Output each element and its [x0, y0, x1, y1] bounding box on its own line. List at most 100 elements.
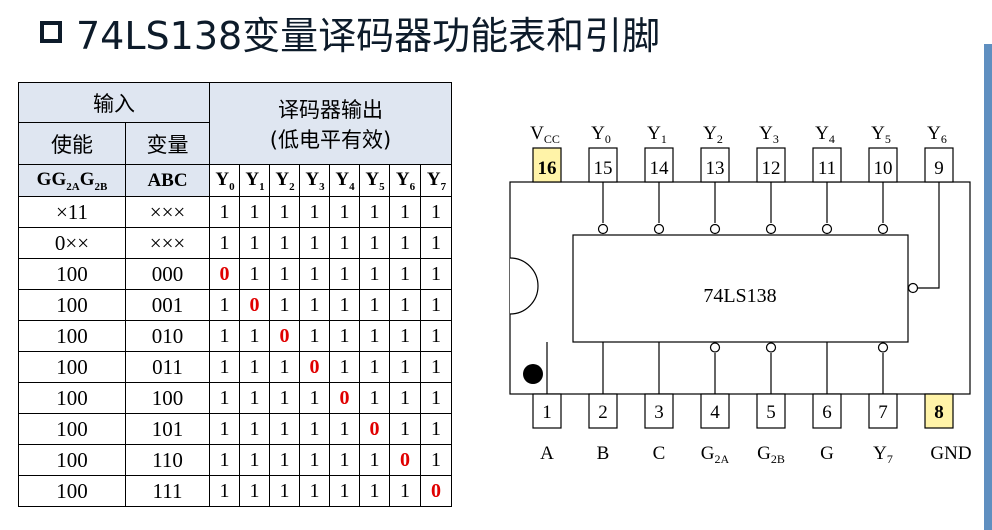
variable-cell: 110	[125, 444, 210, 476]
variable-symbol: ABC	[125, 164, 210, 197]
output-cell: 1	[329, 196, 360, 228]
page-title: 74LS138变量译码器功能表和引脚	[76, 13, 661, 58]
variable-cell: ×××	[125, 196, 210, 228]
input-group-header: 输入	[18, 82, 210, 123]
top-pin-number: 9	[934, 158, 944, 179]
output-cell: 1	[329, 351, 360, 383]
output-cell: 1	[389, 258, 421, 290]
output-header-y0: Y0	[209, 164, 240, 197]
output-header-line1: 译码器输出	[278, 97, 383, 122]
enable-cell: 100	[18, 258, 126, 290]
bottom-pin-signal: GND	[930, 443, 971, 464]
table-row: 100 100 1 1 1 1 0 1 1 1	[18, 382, 452, 414]
inversion-bubble	[765, 342, 777, 353]
pin1-marker-dot	[523, 364, 543, 384]
inversion-bubble	[821, 223, 833, 235]
output-cell: 1	[420, 196, 452, 228]
output-cell: 1	[209, 475, 240, 507]
top-pin-signal: VCC	[530, 123, 560, 146]
output-cell: 1	[389, 227, 421, 259]
output-cell: 1	[389, 413, 421, 445]
output-cell: 1	[389, 320, 421, 352]
output-cell: 1	[359, 320, 390, 352]
top-pin-number: 14	[650, 158, 670, 179]
output-cell: 1	[420, 289, 452, 321]
inversion-bubble	[653, 223, 665, 235]
enable-symbol: GG2AG2B	[18, 164, 126, 197]
decorative-side-bar	[984, 44, 992, 530]
output-cell: 1	[239, 196, 270, 228]
output-header-y1: Y1	[239, 164, 270, 197]
output-cell: 1	[299, 382, 330, 414]
inversion-bubble	[877, 223, 889, 235]
table-row: 100 000 0 1 1 1 1 1 1 1	[18, 258, 452, 290]
variable-cell: 011	[125, 351, 210, 383]
top-pin-signal: Y5	[871, 123, 891, 146]
output-cell: 1	[389, 475, 421, 507]
output-cell: 1	[299, 289, 330, 321]
output-cell: 0	[329, 382, 360, 414]
enable-cell: 100	[18, 444, 126, 476]
inversion-bubble	[709, 342, 721, 353]
variable-cell: 000	[125, 258, 210, 290]
output-cell: 1	[389, 289, 421, 321]
bottom-pin-number: 2	[598, 402, 608, 423]
bottom-pin-number: 1	[542, 402, 552, 423]
enable-cell: 100	[18, 320, 126, 352]
output-cell: 0	[389, 444, 421, 476]
enable-cell: 100	[18, 289, 126, 321]
bottom-pin-number: 5	[766, 402, 776, 423]
output-cell: 1	[269, 444, 300, 476]
inversion-bubble	[907, 282, 919, 294]
output-cell: 1	[209, 444, 240, 476]
output-cell: 1	[209, 382, 240, 414]
output-cell: 1	[329, 227, 360, 259]
bottom-pin-signal: B	[597, 443, 610, 464]
enable-cell: 100	[18, 382, 126, 414]
output-cell: 0	[239, 289, 270, 321]
output-cell: 1	[239, 444, 270, 476]
variable-column-header: 变量	[125, 122, 210, 165]
output-header-y6: Y6	[389, 164, 421, 197]
output-cell: 1	[239, 227, 270, 259]
output-cell: 1	[239, 351, 270, 383]
output-cell: 1	[420, 382, 452, 414]
output-cell: 1	[420, 227, 452, 259]
decoder-label: 74LS138	[703, 285, 776, 307]
output-header-y2: Y2	[269, 164, 300, 197]
inversion-bubble	[877, 342, 889, 353]
variable-cell: 010	[125, 320, 210, 352]
top-pin-signal: Y1	[647, 123, 667, 146]
output-cell: 1	[389, 196, 421, 228]
enable-cell: ×11	[18, 196, 126, 228]
variable-cell: 101	[125, 413, 210, 445]
enable-cell: 0××	[18, 227, 126, 259]
output-header-y7: Y7	[420, 164, 452, 197]
top-pin-number: 11	[818, 158, 836, 179]
bottom-pin-number: 8	[934, 402, 944, 423]
output-cell: 1	[329, 258, 360, 290]
top-pin-number: 10	[874, 158, 893, 179]
bottom-pin-number: 7	[878, 402, 888, 423]
output-cell: 1	[359, 227, 390, 259]
output-header-y4: Y4	[329, 164, 360, 197]
table-row: ×11 ××× 1 1 1 1 1 1 1 1	[18, 196, 452, 228]
top-pin-number: 13	[706, 158, 725, 179]
title-row: 74LS138变量译码器功能表和引脚	[40, 6, 660, 58]
output-cell: 1	[420, 413, 452, 445]
bottom-pin-number: 4	[710, 402, 720, 423]
output-cell: 1	[239, 413, 270, 445]
top-pin-signal: Y0	[591, 123, 611, 146]
bottom-pin-number: 6	[822, 402, 832, 423]
output-cell: 1	[359, 258, 390, 290]
output-cell: 1	[209, 413, 240, 445]
output-cell: 1	[209, 196, 240, 228]
bottom-pin-signal: Y7	[873, 443, 893, 466]
output-cell: 1	[299, 320, 330, 352]
output-cell: 1	[299, 413, 330, 445]
table-row: 100 011 1 1 1 0 1 1 1 1	[18, 351, 452, 383]
output-cell: 1	[329, 413, 360, 445]
output-cell: 1	[209, 320, 240, 352]
output-cell: 1	[269, 413, 300, 445]
variable-cell: 100	[125, 382, 210, 414]
